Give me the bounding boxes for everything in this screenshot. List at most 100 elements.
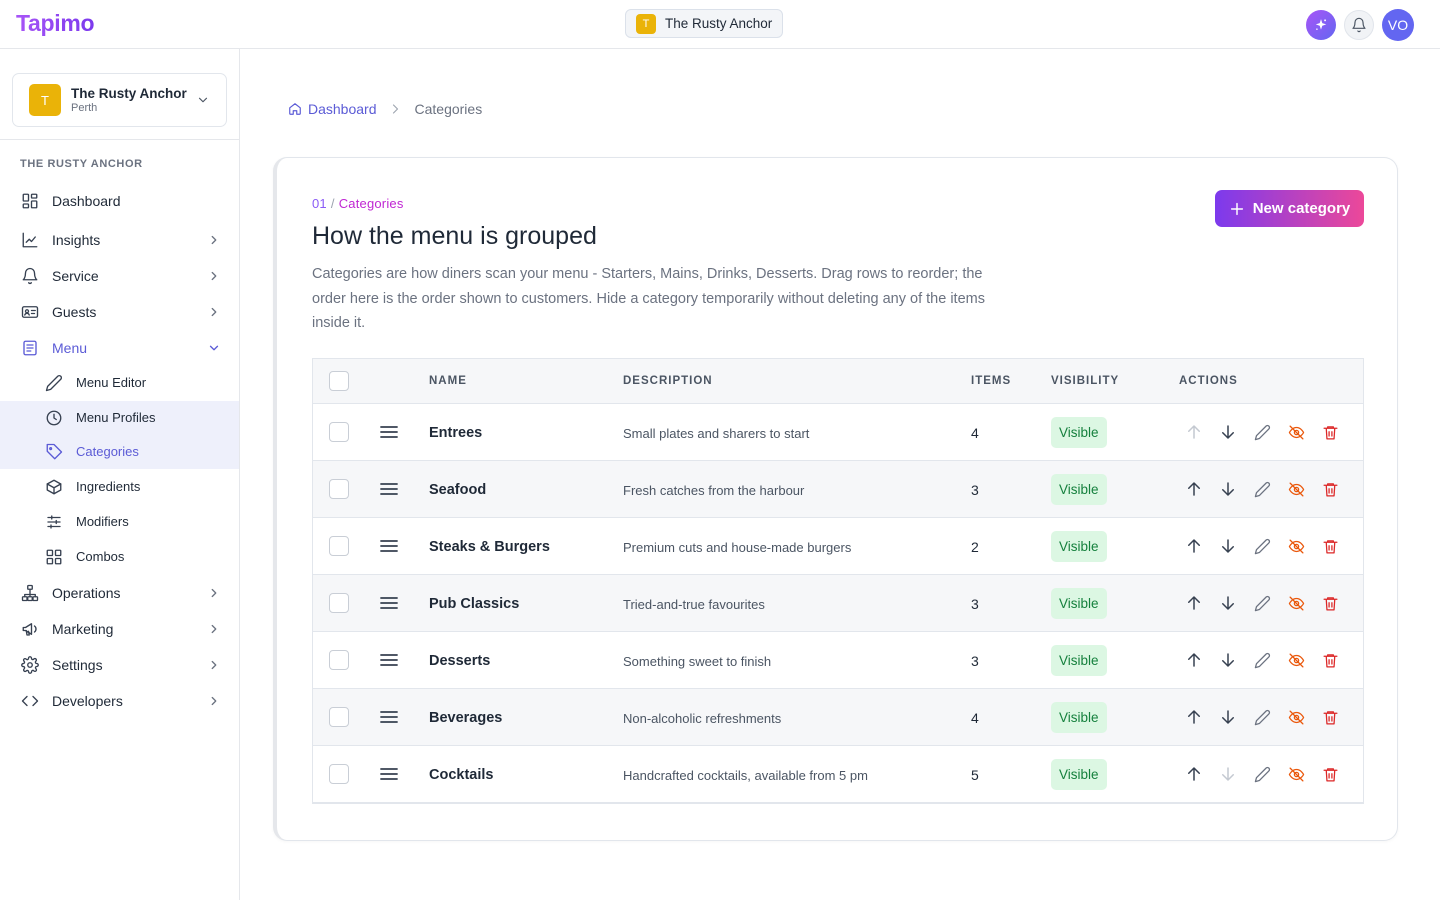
table-row[interactable]: Pub Classics Tried-and-true favourites 3 Vi… <box>313 575 1363 632</box>
edit-icon[interactable] <box>1253 708 1271 726</box>
hide-icon[interactable] <box>1287 537 1305 555</box>
sparkle-icon <box>1315 19 1327 30</box>
table-header: NAME DESCRIPTION ITEMS VISIBILITY ACTION… <box>313 359 1363 404</box>
move-down-icon[interactable] <box>1219 537 1237 555</box>
row-checkbox[interactable] <box>329 536 349 556</box>
row-checkbox[interactable] <box>329 593 349 613</box>
category-name: Cocktails <box>429 767 494 783</box>
hide-icon[interactable] <box>1287 651 1305 669</box>
chevron-right-icon <box>211 696 217 706</box>
move-down-icon[interactable] <box>1219 708 1237 726</box>
table-row[interactable]: Steaks & Burgers Premium cuts and house-m… <box>313 518 1363 575</box>
table-row[interactable]: Beverages Non-alcoholic refreshments 4 Visi… <box>313 689 1363 746</box>
move-down-icon[interactable] <box>1219 423 1237 441</box>
drag-handle-icon[interactable] <box>380 596 398 610</box>
column-header-name[interactable]: NAME <box>429 375 467 387</box>
drag-handle-icon[interactable] <box>380 710 398 724</box>
table-row[interactable]: Desserts Something sweet to finish 3 Visibl… <box>313 632 1363 689</box>
column-header-actions: ACTIONS <box>1179 375 1238 387</box>
delete-icon[interactable] <box>1321 594 1339 612</box>
move-up-icon[interactable] <box>1185 594 1203 612</box>
column-header-items[interactable]: ITEMS <box>971 375 1011 387</box>
move-up-icon[interactable] <box>1185 765 1203 783</box>
category-description: Premium cuts and house-made burgers <box>623 540 852 555</box>
sidebar-item-developers[interactable]: Developers <box>0 683 239 719</box>
row-checkbox[interactable] <box>329 479 349 499</box>
sidebar-item-guests[interactable]: Guests <box>0 294 239 330</box>
move-up-icon[interactable] <box>1185 480 1203 498</box>
sidebar-item-insights[interactable]: Insights <box>0 222 239 258</box>
edit-icon[interactable] <box>1253 765 1271 783</box>
user-avatar[interactable]: VO <box>1382 9 1414 41</box>
move-down-icon[interactable] <box>1219 594 1237 612</box>
category-description: Handcrafted cocktails, available from 5 … <box>623 768 868 783</box>
venue-city: Perth <box>71 102 98 114</box>
sidebar-item-settings[interactable]: Settings <box>0 647 239 683</box>
hide-icon[interactable] <box>1287 423 1305 441</box>
venue-name: The Rusty Anchor <box>71 86 187 101</box>
drag-handle-icon[interactable] <box>380 425 398 439</box>
sidebar-subitem-categories[interactable]: Categories <box>0 435 239 469</box>
drag-handle-icon[interactable] <box>380 653 398 667</box>
sidebar-item-label: Marketing <box>52 621 114 637</box>
drag-handle-icon[interactable] <box>380 767 398 781</box>
category-item-count: 3 <box>971 596 979 612</box>
row-checkbox[interactable] <box>329 707 349 727</box>
delete-icon[interactable] <box>1321 537 1339 555</box>
sidebar-item-operations[interactable]: Operations <box>0 575 239 611</box>
drag-handle-icon[interactable] <box>380 539 398 553</box>
venue-switcher-pill[interactable]: T The Rusty Anchor <box>625 9 784 38</box>
edit-icon[interactable] <box>1253 651 1271 669</box>
move-up-icon[interactable] <box>1185 708 1203 726</box>
move-up-icon[interactable] <box>1185 537 1203 555</box>
app-logo[interactable]: Tapimo <box>16 10 95 37</box>
sidebar-item-service[interactable]: Service <box>0 258 239 294</box>
hide-icon[interactable] <box>1287 594 1305 612</box>
ai-assistant-button[interactable] <box>1306 10 1336 40</box>
delete-icon[interactable] <box>1321 480 1339 498</box>
megaphone-icon <box>22 623 37 636</box>
delete-icon[interactable] <box>1321 423 1339 441</box>
table-row[interactable]: Cocktails Handcrafted cocktails, availabl… <box>313 746 1363 803</box>
delete-icon[interactable] <box>1321 708 1339 726</box>
edit-icon[interactable] <box>1253 480 1271 498</box>
plus-icon <box>1230 202 1243 215</box>
move-down-icon[interactable] <box>1219 480 1237 498</box>
delete-icon[interactable] <box>1321 651 1339 669</box>
breadcrumb-home-link[interactable]: Dashboard <box>288 101 377 117</box>
sidebar-subitem-label: Modifiers <box>76 514 129 529</box>
select-all-checkbox[interactable] <box>329 371 349 391</box>
sidebar-subitem-combos[interactable]: Combos <box>0 540 239 574</box>
sidebar-subitem-ingredients[interactable]: Ingredients <box>0 470 239 504</box>
row-checkbox[interactable] <box>329 764 349 784</box>
delete-icon[interactable] <box>1321 765 1339 783</box>
row-checkbox[interactable] <box>329 422 349 442</box>
sidebar-subitem-modifiers[interactable]: Modifiers <box>0 505 239 539</box>
edit-icon[interactable] <box>1253 537 1271 555</box>
edit-icon[interactable] <box>1253 423 1271 441</box>
tag-icon <box>46 443 63 460</box>
sidebar-subitem-menu-editor[interactable]: Menu Editor <box>0 366 239 400</box>
chevron-right-icon <box>211 660 217 670</box>
column-header-description: DESCRIPTION <box>623 375 713 387</box>
hide-icon[interactable] <box>1287 708 1305 726</box>
new-category-button[interactable]: New category <box>1215 190 1364 227</box>
move-down-icon[interactable] <box>1219 651 1237 669</box>
sidebar-item-marketing[interactable]: Marketing <box>0 611 239 647</box>
chevron-right-icon <box>211 624 217 634</box>
hide-icon[interactable] <box>1287 765 1305 783</box>
hide-icon[interactable] <box>1287 480 1305 498</box>
sidebar-item-dashboard[interactable]: Dashboard <box>0 183 239 219</box>
notifications-button[interactable] <box>1344 10 1374 40</box>
venue-selector[interactable]: T The Rusty Anchor Perth <box>12 73 227 127</box>
table-row[interactable]: Seafood Fresh catches from the harbour 3 Vi… <box>313 461 1363 518</box>
table-row[interactable]: Entrees Small plates and sharers to start… <box>313 404 1363 461</box>
venue-initial-badge: T <box>636 13 656 34</box>
move-up-icon[interactable] <box>1185 651 1203 669</box>
drag-handle-icon[interactable] <box>380 482 398 496</box>
visibility-badge: Visible <box>1051 759 1107 790</box>
sidebar-item-menu[interactable]: Menu <box>0 330 239 366</box>
row-checkbox[interactable] <box>329 650 349 670</box>
sidebar-subitem-menu-profiles[interactable]: Menu Profiles <box>0 401 239 435</box>
edit-icon[interactable] <box>1253 594 1271 612</box>
